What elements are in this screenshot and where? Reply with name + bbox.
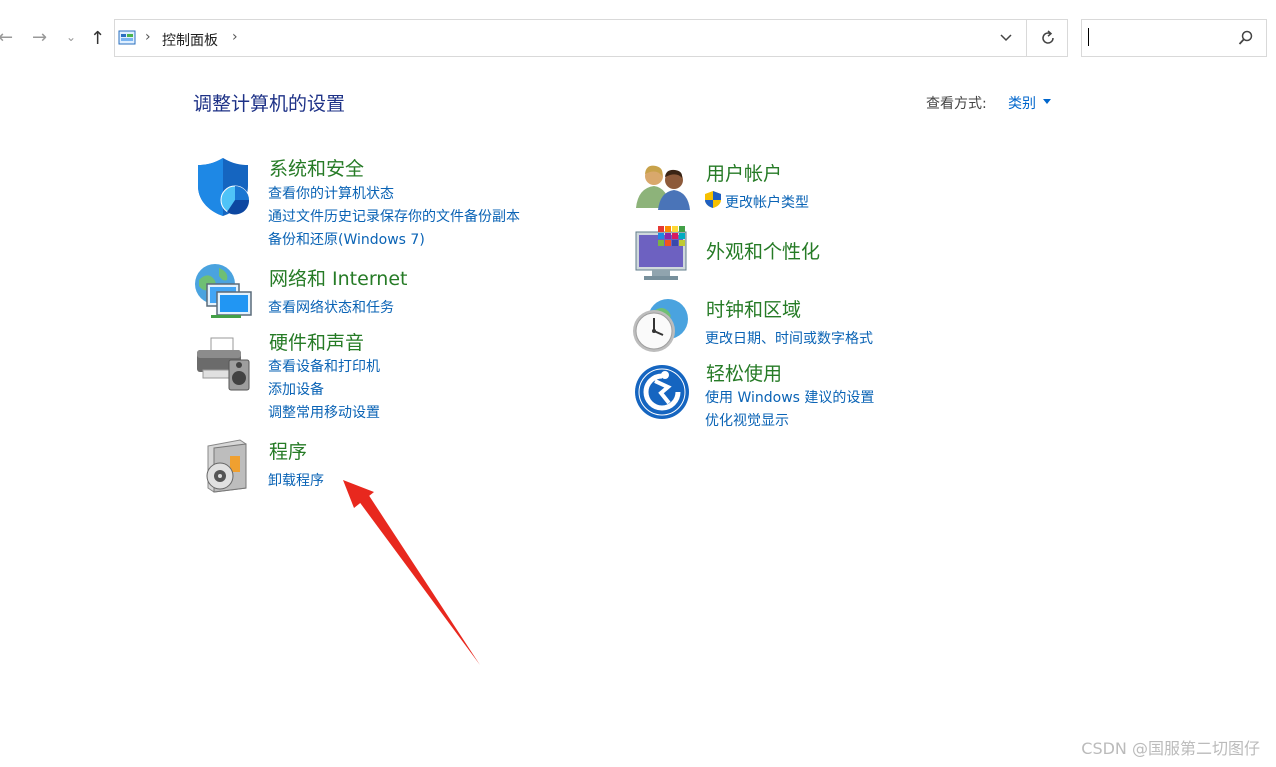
link-change-date-time-format[interactable]: 更改日期、时间或数字格式 [705, 328, 873, 348]
search-icon[interactable] [1238, 30, 1254, 46]
category-title-appearance[interactable]: 外观和个性化 [706, 237, 820, 264]
view-by-label: 查看方式: [926, 96, 987, 112]
page-title: 调整计算机的设置 [193, 93, 346, 115]
back-button[interactable]: ← [0, 28, 13, 48]
category-title-clock-region[interactable]: 时钟和区域 [706, 295, 801, 322]
users-icon [636, 165, 690, 210]
uac-shield-icon [705, 191, 721, 208]
text-caret [1088, 28, 1089, 46]
clock-globe-icon [633, 299, 688, 352]
ease-of-access-icon [635, 365, 689, 419]
control-panel-icon [118, 30, 136, 45]
breadcrumb-separator: › [145, 29, 151, 45]
shield-icon [198, 158, 250, 216]
up-button[interactable]: ↑ [90, 29, 105, 49]
breadcrumb-chevron[interactable]: › [232, 29, 238, 45]
monitor-icon [635, 226, 687, 280]
network-icon [195, 264, 252, 318]
recent-locations-button[interactable]: ⌄ [66, 27, 76, 47]
chevron-down-icon[interactable] [999, 33, 1013, 43]
category-title-network-internet[interactable]: 网络和 Internet [269, 264, 407, 291]
view-by-dropdown[interactable]: 类别 [1008, 93, 1036, 113]
link-view-network-status[interactable]: 查看网络状态和任务 [268, 297, 394, 317]
dropdown-arrow-icon[interactable] [1043, 99, 1052, 105]
link-recommended-settings[interactable]: 使用 Windows 建议的设置 [705, 387, 874, 407]
link-uninstall-program[interactable]: 卸载程序 [268, 470, 324, 490]
watermark: CSDN @国服第二切图仔 [1081, 739, 1260, 758]
address-bar[interactable] [114, 19, 1068, 57]
link-view-computer-status[interactable]: 查看你的计算机状态 [268, 183, 394, 203]
link-change-account-type[interactable]: 更改帐户类型 [725, 192, 809, 212]
link-devices-printers[interactable]: 查看设备和打印机 [268, 356, 380, 376]
category-title-system-security[interactable]: 系统和安全 [269, 154, 364, 181]
category-title-programs[interactable]: 程序 [269, 437, 307, 464]
annotation-arrow [343, 480, 480, 665]
printer-icon [197, 337, 250, 391]
address-divider [1026, 19, 1027, 57]
category-title-ease-of-access[interactable]: 轻松使用 [706, 359, 782, 386]
refresh-icon[interactable] [1039, 29, 1057, 47]
link-mobility-settings[interactable]: 调整常用移动设置 [268, 402, 380, 422]
forward-button[interactable]: → [32, 28, 47, 48]
link-optimize-visual-display[interactable]: 优化视觉显示 [705, 410, 789, 430]
category-title-hardware-sound[interactable]: 硬件和声音 [269, 328, 364, 355]
link-add-device[interactable]: 添加设备 [268, 379, 324, 399]
link-file-history-backup[interactable]: 通过文件历史记录保存你的文件备份副本 [268, 206, 520, 226]
breadcrumb-control-panel[interactable]: 控制面板 [162, 30, 218, 50]
programs-icon [206, 439, 247, 493]
link-backup-restore[interactable]: 备份和还原(Windows 7) [268, 229, 425, 249]
category-title-user-accounts[interactable]: 用户帐户 [706, 159, 782, 186]
